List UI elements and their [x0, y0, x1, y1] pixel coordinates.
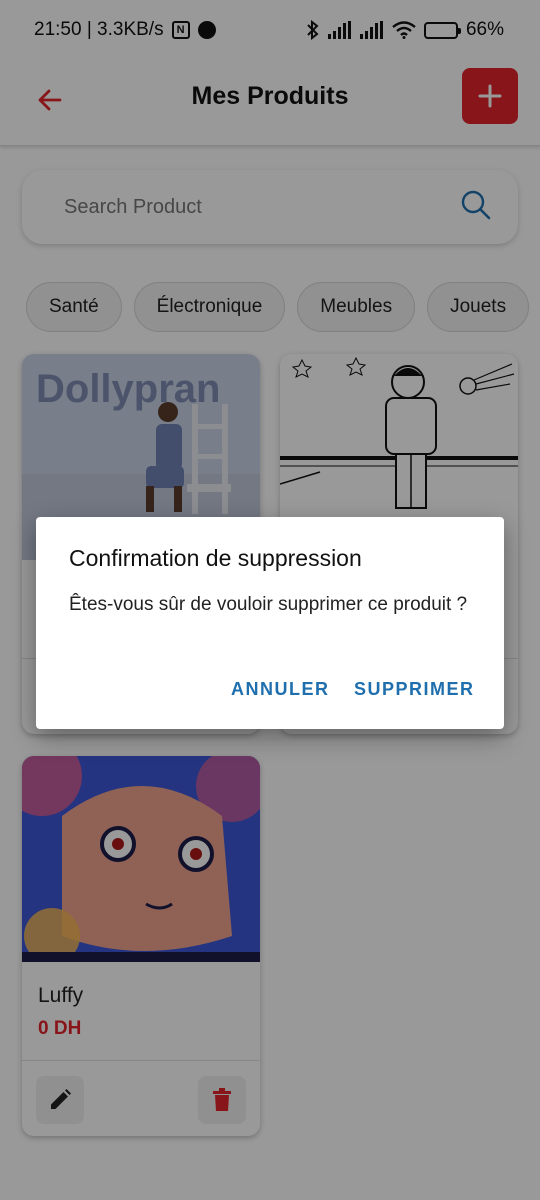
cancel-button[interactable]: ANNULER	[231, 679, 330, 700]
dialog-message: Êtes-vous sûr de vouloir supprimer ce pr…	[69, 594, 468, 615]
delete-confirmation-dialog: Confirmation de suppression Êtes-vous sû…	[36, 517, 504, 729]
dialog-title: Confirmation de suppression	[69, 545, 362, 571]
confirm-delete-button[interactable]: SUPPRIMER	[354, 679, 475, 700]
